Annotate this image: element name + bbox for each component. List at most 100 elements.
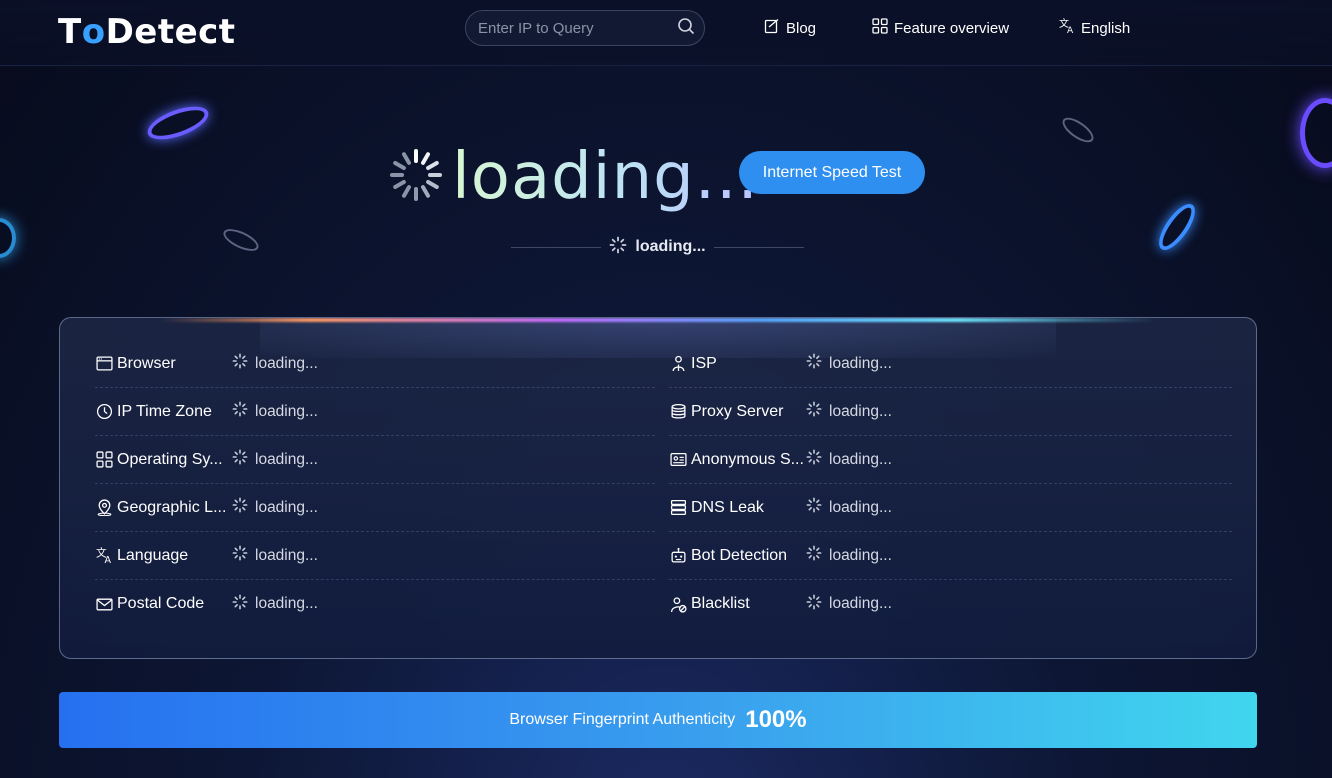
info-label: Anonymous S... [691, 450, 804, 468]
info-row-operating-sy: Operating Sy... loading... [95, 436, 655, 484]
info-value-text: loading... [255, 498, 318, 516]
loading-spinner-icon [806, 545, 822, 566]
server-stack-icon [669, 499, 687, 517]
info-value: loading... [806, 449, 892, 470]
loading-spinner-icon [388, 147, 444, 208]
fingerprint-value: 100% [745, 706, 807, 733]
svg-text:A: A [104, 555, 111, 564]
loading-spinner-icon [806, 401, 822, 422]
nav-feature-overview[interactable]: Feature overview [872, 18, 1009, 38]
decor-ring [1058, 113, 1098, 147]
decor-ring [0, 218, 16, 258]
info-row-bot-detection: Bot Detection loading... [669, 532, 1232, 580]
decor-ring [143, 99, 213, 147]
info-value: loading... [232, 545, 318, 566]
clock-icon [95, 403, 113, 421]
svg-text:A: A [1067, 26, 1074, 34]
info-row-proxy-server: Proxy Server loading... [669, 388, 1232, 436]
fingerprint-label: Browser Fingerprint Authenticity [509, 711, 736, 728]
info-value: loading... [232, 401, 318, 422]
info-label: Postal Code [117, 595, 205, 612]
info-row-geographic-l: Geographic L... loading... [95, 484, 655, 532]
loading-spinner-icon [232, 594, 248, 615]
nav-blog-label: Blog [786, 19, 817, 37]
info-value-text: loading... [829, 450, 892, 468]
info-value: loading... [806, 497, 892, 518]
info-value-text: loading... [255, 354, 318, 372]
info-row-blacklist: Blacklist loading... [669, 580, 1232, 628]
fingerprint-authenticity-bar: Browser Fingerprint Authenticity 100% [59, 692, 1257, 748]
info-value: loading... [806, 401, 892, 422]
loading-spinner-icon [232, 545, 248, 566]
info-row-browser: Browser loading... [95, 340, 655, 388]
info-label: Proxy Server [691, 402, 784, 420]
loading-spinner-icon [232, 497, 248, 518]
hero-title: loading... [388, 140, 759, 214]
info-row-dns-leak: DNS Leak loading... [669, 484, 1232, 532]
database-icon [669, 403, 687, 421]
grid-icon [872, 18, 888, 38]
info-value: loading... [806, 545, 892, 566]
info-value: loading... [232, 449, 318, 470]
ip-search-input[interactable] [478, 19, 677, 37]
loading-spinner-icon [806, 594, 822, 615]
info-value: loading... [232, 497, 318, 518]
info-label: Bot Detection [691, 546, 788, 564]
divider [511, 246, 602, 248]
info-row-postal-code: Postal Code loading... [95, 580, 655, 628]
divider [713, 246, 804, 248]
search-icon[interactable] [677, 17, 695, 40]
info-row-anonymous-s: Anonymous S... loading... [669, 436, 1232, 484]
info-label: Language [117, 546, 189, 564]
decor-ring [220, 224, 262, 256]
info-label: Browser [117, 354, 176, 372]
info-value: loading... [232, 353, 318, 374]
info-row-ip-time-zone: IP Time Zone loading... [95, 388, 655, 436]
browser-window-icon [95, 355, 113, 373]
loading-spinner-icon [806, 449, 822, 470]
info-value-text: loading... [829, 546, 892, 564]
decor-ring [1300, 98, 1332, 168]
ip-search-box[interactable] [465, 10, 705, 46]
info-value-text: loading... [255, 595, 318, 612]
info-value: loading... [806, 353, 892, 374]
info-label: Blacklist [691, 595, 750, 612]
user-block-icon [669, 595, 687, 613]
translate-icon: 文A [1059, 17, 1075, 38]
info-value-text: loading... [829, 354, 892, 372]
loading-spinner-icon [232, 401, 248, 422]
info-value: loading... [806, 594, 892, 615]
site-logo[interactable]: To Detect [58, 12, 236, 52]
id-card-icon [669, 451, 687, 469]
internet-speed-test-button[interactable]: Internet Speed Test [739, 151, 925, 194]
info-label: Geographic L... [117, 498, 227, 516]
envelope-icon [95, 595, 113, 613]
hero-subtitle: loading... [505, 236, 810, 258]
user-network-icon [669, 355, 687, 373]
loading-spinner-icon [232, 353, 248, 374]
info-value-text: loading... [829, 402, 892, 420]
info-label: DNS Leak [691, 498, 764, 516]
translate-icon: 文A [95, 547, 113, 565]
decor-ring [1152, 198, 1202, 256]
nav-blog[interactable]: Blog [764, 18, 816, 38]
nav-language-label: English [1081, 19, 1131, 37]
grid-apps-icon [95, 451, 113, 469]
info-label: IP Time Zone [117, 402, 212, 420]
info-value-text: loading... [255, 450, 318, 468]
info-value: loading... [232, 594, 318, 615]
info-label: ISP [691, 354, 717, 372]
map-pin-icon [95, 499, 113, 517]
robot-icon [669, 547, 687, 565]
info-value-text: loading... [255, 402, 318, 420]
hero-loading-text: loading... [452, 140, 759, 214]
nav-language[interactable]: 文A English [1059, 17, 1131, 38]
loading-spinner-icon [806, 353, 822, 374]
info-value-text: loading... [255, 546, 318, 564]
loading-spinner-icon [232, 449, 248, 470]
top-bar: To Detect Blog Feature overview 文A Engli… [0, 0, 1332, 66]
nav-feature-label: Feature overview [894, 19, 1010, 37]
info-value-text: loading... [829, 498, 892, 516]
loading-spinner-icon [806, 497, 822, 518]
panel-glow-line [160, 318, 1156, 322]
